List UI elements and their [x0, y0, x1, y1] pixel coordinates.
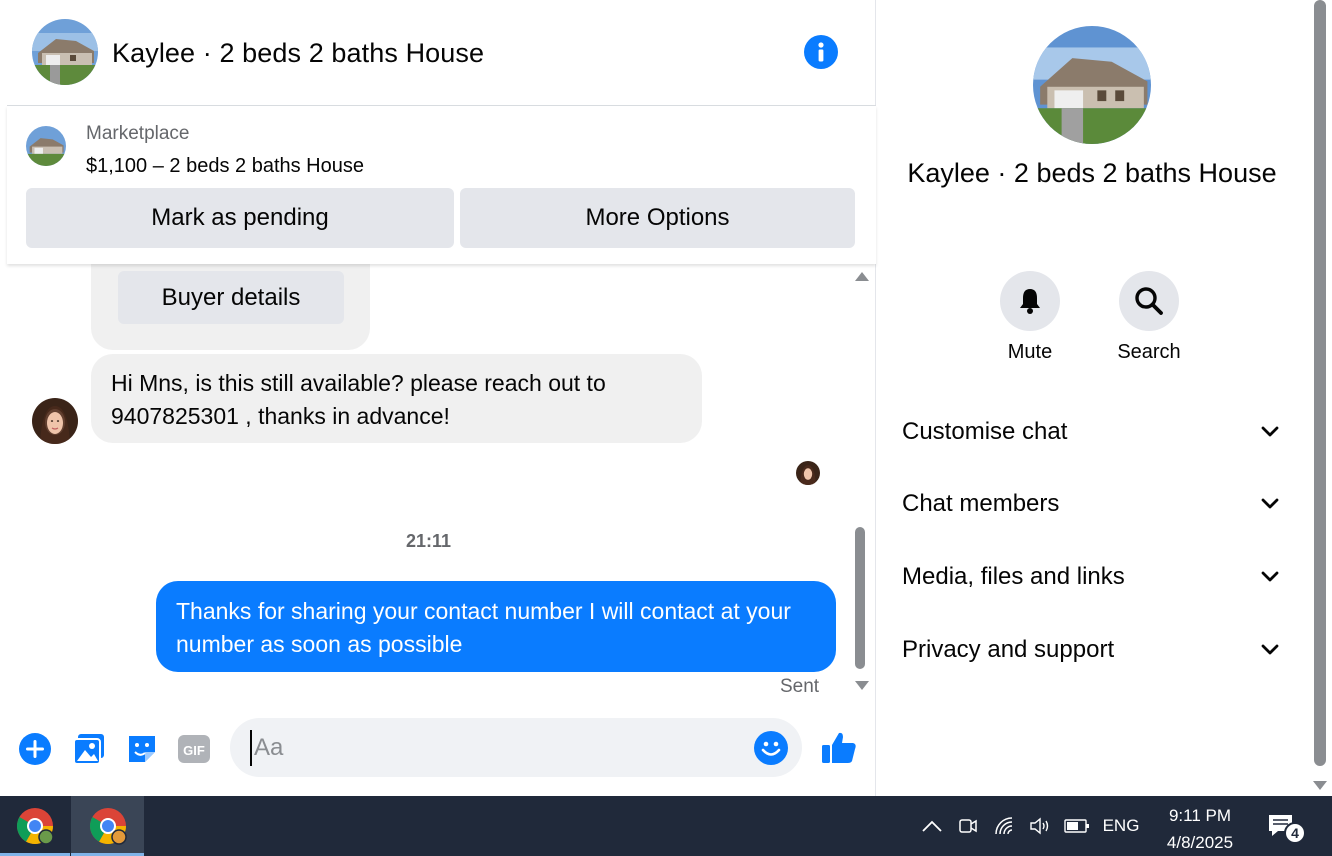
- mute-action[interactable]: Mute: [980, 271, 1080, 364]
- sticker-icon: [129, 736, 155, 762]
- notification-count-badge: 4: [1284, 822, 1306, 844]
- page-scrollbar[interactable]: [1310, 0, 1332, 796]
- network-button[interactable]: [991, 796, 1019, 856]
- gif-button[interactable]: GIF: [176, 731, 212, 767]
- volume-button[interactable]: [1027, 796, 1053, 856]
- scroll-up-arrow[interactable]: [855, 272, 869, 281]
- message-input-box[interactable]: [230, 718, 802, 777]
- wifi-icon: [995, 817, 1013, 835]
- section-chat-members[interactable]: Chat members: [902, 484, 1282, 524]
- add-more-button[interactable]: [17, 731, 53, 767]
- chrome-icon: [16, 808, 54, 845]
- section-privacy-support[interactable]: Privacy and support: [902, 630, 1282, 670]
- photo-icon: [73, 734, 104, 765]
- camera-icon: [959, 819, 977, 833]
- message-composer: GIF: [7, 710, 876, 788]
- listing-source: Marketplace: [86, 123, 190, 144]
- thumbs-up-icon: [822, 732, 856, 763]
- chevron-down-icon: [1261, 498, 1279, 509]
- section-media-files-links[interactable]: Media, files and links: [902, 557, 1282, 597]
- attach-photo-button[interactable]: [71, 731, 107, 767]
- chevron-down-icon: [1261, 571, 1279, 582]
- page-scroll-down-arrow[interactable]: [1313, 781, 1327, 790]
- conversation-details-pane: Kaylee · 2 beds 2 baths House Mute Searc…: [877, 0, 1310, 796]
- smiley-icon: [761, 741, 781, 756]
- mute-label: Mute: [1007, 341, 1053, 363]
- search-label: Search: [1117, 341, 1181, 363]
- scroll-thumb[interactable]: [855, 527, 865, 669]
- chrome-icon: [89, 808, 127, 845]
- message-status: Sent: [780, 676, 820, 697]
- info-button[interactable]: [804, 35, 838, 69]
- listing-avatar[interactable]: [32, 19, 98, 85]
- system-clock[interactable]: 9:11 PM 4/8/2025: [1150, 802, 1250, 856]
- emoji-button[interactable]: [754, 731, 788, 765]
- message-list[interactable]: Buyer details Hi Mns, is this still avai…: [7, 264, 876, 704]
- details-title: Kaylee · 2 beds 2 baths House: [907, 158, 1277, 188]
- section-label: Chat members: [902, 490, 1060, 517]
- speaker-icon: [1030, 817, 1049, 835]
- search-button[interactable]: [1119, 271, 1179, 331]
- bell-icon: [1020, 289, 1040, 314]
- taskbar-chrome-app-2[interactable]: [71, 796, 144, 856]
- listing-price-title[interactable]: $1,100 – 2 beds 2 baths House: [86, 155, 364, 178]
- outgoing-message[interactable]: Thanks for sharing your contact number I…: [156, 581, 836, 672]
- chat-title[interactable]: Kaylee · 2 beds 2 baths House: [112, 38, 484, 69]
- gif-icon: GIF: [178, 735, 210, 763]
- message-scrollbar[interactable]: [853, 265, 869, 697]
- chevron-down-icon: [1261, 426, 1279, 437]
- listing-thumbnail[interactable]: [26, 126, 66, 166]
- input-language-button[interactable]: ENG: [1100, 796, 1142, 856]
- battery-icon: [1064, 819, 1089, 833]
- sender-avatar[interactable]: [32, 398, 78, 444]
- section-customise-chat[interactable]: Customise chat: [902, 412, 1282, 452]
- action-center-button[interactable]: 4: [1266, 810, 1306, 850]
- sticker-button[interactable]: [124, 731, 160, 767]
- page-scroll-thumb[interactable]: [1314, 0, 1326, 766]
- scroll-down-arrow[interactable]: [855, 681, 869, 690]
- show-hidden-icons-button[interactable]: [918, 796, 946, 856]
- meet-now-button[interactable]: [955, 796, 981, 856]
- message-input[interactable]: [250, 730, 730, 766]
- read-receipt-avatar: [796, 461, 820, 485]
- previous-message-bubble: Buyer details: [91, 264, 370, 350]
- windows-taskbar: ENG 9:11 PM 4/8/2025 4: [0, 796, 1332, 856]
- battery-button[interactable]: [1062, 796, 1092, 856]
- chevron-up-icon: [922, 820, 942, 832]
- details-avatar[interactable]: [1033, 26, 1151, 144]
- search-icon: [1135, 287, 1163, 315]
- incoming-message[interactable]: Hi Mns, is this still available? please …: [91, 354, 702, 443]
- search-action[interactable]: Search: [1099, 271, 1199, 364]
- chevron-down-icon: [1261, 644, 1279, 655]
- plus-circle-icon: [19, 733, 51, 765]
- section-label: Privacy and support: [902, 636, 1115, 663]
- section-label: Customise chat: [902, 418, 1068, 445]
- window-left-edge: [0, 0, 7, 796]
- chat-pane: Kaylee · 2 beds 2 baths House Marketplac…: [7, 0, 876, 796]
- taskbar-chrome-app[interactable]: [0, 796, 70, 856]
- listing-bar: Marketplace $1,100 – 2 beds 2 baths Hous…: [7, 106, 876, 264]
- svg-text:GIF: GIF: [183, 743, 205, 758]
- mute-button[interactable]: [1000, 271, 1060, 331]
- clock-date: 4/8/2025: [1166, 833, 1234, 852]
- buyer-details-button[interactable]: Buyer details: [118, 271, 344, 324]
- message-timestamp: 21:11: [405, 531, 452, 551]
- chat-header: Kaylee · 2 beds 2 baths House: [7, 0, 876, 106]
- clock-time: 9:11 PM: [1168, 806, 1232, 825]
- section-label: Media, files and links: [902, 563, 1125, 590]
- more-options-button[interactable]: More Options: [460, 188, 855, 248]
- language-indicator: ENG: [1102, 816, 1140, 835]
- mark-as-pending-button[interactable]: Mark as pending: [26, 188, 454, 248]
- like-button[interactable]: [819, 728, 859, 768]
- info-icon: [818, 42, 824, 62]
